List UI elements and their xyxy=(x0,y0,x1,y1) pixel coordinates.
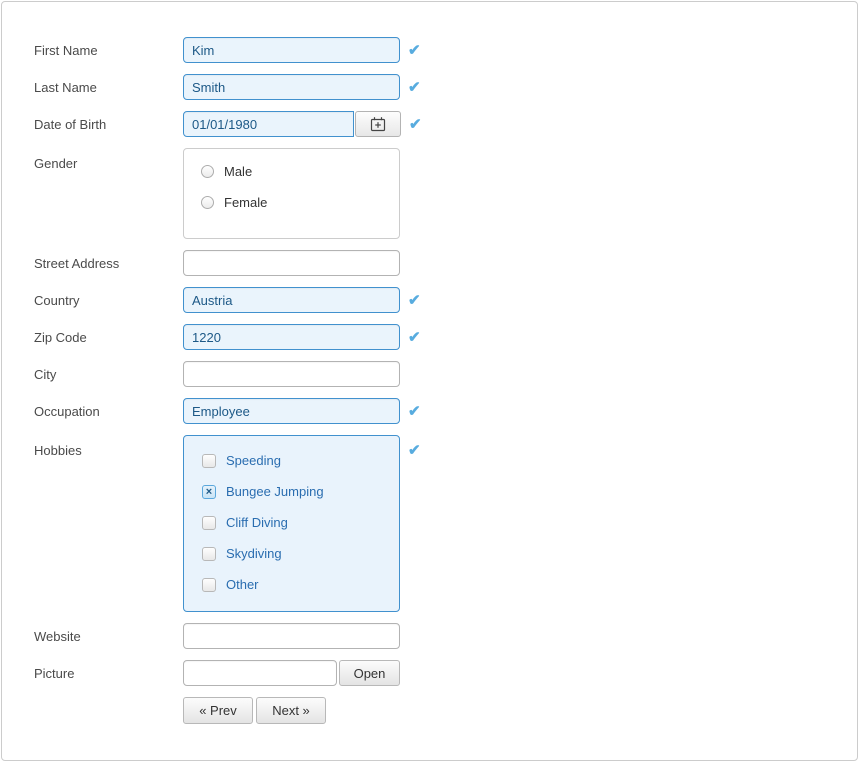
next-button[interactable]: Next » xyxy=(256,697,326,724)
city-control xyxy=(183,361,426,387)
speeding-label: Speeding xyxy=(226,453,281,468)
skydiving-label: Skydiving xyxy=(226,546,282,561)
bungee-jumping-checkbox[interactable]: × xyxy=(202,485,216,499)
website-input[interactable] xyxy=(183,623,400,649)
open-button[interactable]: Open xyxy=(339,660,400,686)
hobby-option-speeding[interactable]: Speeding xyxy=(202,453,399,468)
occupation-input[interactable] xyxy=(183,398,400,424)
country-label: Country xyxy=(34,293,183,308)
hobbies-label: Hobbies xyxy=(34,435,183,458)
calendar-button[interactable] xyxy=(355,111,401,137)
field-row-hobbies: Hobbies Speeding × Bungee Jumping Cliff … xyxy=(34,435,857,612)
valid-check-icon: ✔ xyxy=(409,117,427,132)
dob-input[interactable] xyxy=(183,111,354,137)
website-control xyxy=(183,623,426,649)
gender-option-female[interactable]: Female xyxy=(201,195,399,210)
dob-label: Date of Birth xyxy=(34,117,183,132)
speeding-checkbox[interactable] xyxy=(202,454,216,468)
gender-control: Male Female xyxy=(183,148,400,239)
valid-check-icon: ✔ xyxy=(408,404,426,419)
hobby-option-cliff-diving[interactable]: Cliff Diving xyxy=(202,515,399,530)
field-row-website: Website xyxy=(34,623,857,649)
field-row-country: Country ✔ xyxy=(34,287,857,313)
other-checkbox[interactable] xyxy=(202,578,216,592)
picture-control: Open xyxy=(183,660,400,686)
hobby-option-other[interactable]: Other xyxy=(202,577,399,592)
field-row-first-name: First Name ✔ xyxy=(34,37,857,63)
street-label: Street Address xyxy=(34,256,183,271)
dob-control: ✔ xyxy=(183,111,427,137)
other-label: Other xyxy=(226,577,259,592)
valid-check-icon: ✔ xyxy=(408,443,426,458)
valid-check-icon: ✔ xyxy=(408,80,426,95)
hobbies-control: Speeding × Bungee Jumping Cliff Diving S… xyxy=(183,435,426,612)
bungee-jumping-label: Bungee Jumping xyxy=(226,484,324,499)
first-name-input[interactable] xyxy=(183,37,400,63)
female-radio-label: Female xyxy=(224,195,267,210)
male-radio[interactable] xyxy=(201,165,214,178)
form-panel: First Name ✔ Last Name ✔ Date of Birth xyxy=(1,1,858,761)
website-label: Website xyxy=(34,629,183,644)
cliff-diving-checkbox[interactable] xyxy=(202,516,216,530)
city-input[interactable] xyxy=(183,361,400,387)
skydiving-checkbox[interactable] xyxy=(202,547,216,561)
cliff-diving-label: Cliff Diving xyxy=(226,515,288,530)
picture-input[interactable] xyxy=(183,660,337,686)
field-row-street: Street Address xyxy=(34,250,857,276)
valid-check-icon: ✔ xyxy=(408,293,426,308)
calendar-icon xyxy=(370,116,386,132)
street-control xyxy=(183,250,426,276)
hobbies-group: Speeding × Bungee Jumping Cliff Diving S… xyxy=(183,435,400,612)
occupation-control: ✔ xyxy=(183,398,426,424)
zip-label: Zip Code xyxy=(34,330,183,345)
wizard-nav: « Prev Next » xyxy=(183,697,857,724)
picture-label: Picture xyxy=(34,666,183,681)
last-name-control: ✔ xyxy=(183,74,426,100)
country-input[interactable] xyxy=(183,287,400,313)
last-name-label: Last Name xyxy=(34,80,183,95)
field-row-last-name: Last Name ✔ xyxy=(34,74,857,100)
hobby-option-skydiving[interactable]: Skydiving xyxy=(202,546,399,561)
country-control: ✔ xyxy=(183,287,426,313)
field-row-city: City xyxy=(34,361,857,387)
valid-check-icon: ✔ xyxy=(408,330,426,345)
zip-input[interactable] xyxy=(183,324,400,350)
occupation-label: Occupation xyxy=(34,404,183,419)
first-name-label: First Name xyxy=(34,43,183,58)
street-input[interactable] xyxy=(183,250,400,276)
valid-check-icon: ✔ xyxy=(408,43,426,58)
male-radio-label: Male xyxy=(224,164,252,179)
gender-option-male[interactable]: Male xyxy=(201,164,399,179)
field-row-picture: Picture Open xyxy=(34,660,857,686)
prev-button[interactable]: « Prev xyxy=(183,697,253,724)
field-row-zip: Zip Code ✔ xyxy=(34,324,857,350)
field-row-occupation: Occupation ✔ xyxy=(34,398,857,424)
field-row-gender: Gender Male Female xyxy=(34,148,857,239)
first-name-control: ✔ xyxy=(183,37,426,63)
zip-control: ✔ xyxy=(183,324,426,350)
hobby-option-bungee-jumping[interactable]: × Bungee Jumping xyxy=(202,484,399,499)
female-radio[interactable] xyxy=(201,196,214,209)
last-name-input[interactable] xyxy=(183,74,400,100)
city-label: City xyxy=(34,367,183,382)
gender-group: Male Female xyxy=(183,148,400,239)
gender-label: Gender xyxy=(34,148,183,171)
field-row-dob: Date of Birth ✔ xyxy=(34,111,857,137)
